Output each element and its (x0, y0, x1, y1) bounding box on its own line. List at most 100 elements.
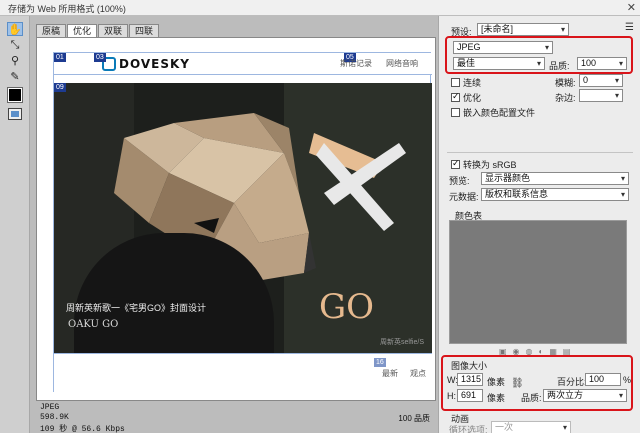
nav-item: 网络音响 (386, 59, 418, 68)
resample-label: 品质: (521, 393, 542, 403)
logo-text: DOVESKY (119, 57, 190, 71)
status-file-size: 598.9K (40, 413, 69, 422)
site-logo: DOVESKY (102, 56, 190, 72)
width-input[interactable]: 1315 (457, 373, 483, 386)
checkbox-box (451, 91, 460, 102)
close-icon[interactable]: ✕ (627, 1, 636, 14)
footer-item: 观点 (410, 369, 426, 378)
hero-watermark: OAKU GO (68, 319, 119, 330)
chevron-down-icon: ▾ (562, 423, 567, 432)
metadata-value: 版权和联系信息 (485, 189, 549, 199)
tab-2-up[interactable]: 双联 (98, 24, 129, 37)
slice-visibility-toggle-icon[interactable] (8, 108, 22, 120)
nav-item: 斯诺记录 (340, 59, 372, 68)
status-download-time[interactable]: 109 秒 @ 56.6 Kbps (40, 423, 125, 433)
optimized-label: 优化 (463, 93, 482, 103)
slice-select-tool-icon[interactable]: ⤡ (7, 38, 23, 52)
settings-panel: 预设: [未命名] ▾ ☰ JPEG ▾ 最佳 ▾ 品质: 100 ▾ 连续 模… (438, 16, 640, 433)
convert-srgb-label: 转换为 sRGB (463, 160, 517, 170)
quality-input[interactable]: 100 ▾ (577, 57, 627, 70)
preview-tabs: 原稿 优化 双联 四联 (36, 24, 160, 37)
percent-value: 100 (589, 374, 605, 384)
loop-label: 循环选项: (449, 425, 488, 433)
checkbox-box (451, 108, 460, 117)
window-title: 存储为 Web 所用格式 (100%) (8, 4, 126, 14)
svg-text:GO: GO (319, 287, 374, 327)
quality-label: 品质: (549, 61, 570, 71)
quality-value: 100 (581, 58, 597, 68)
height-label: H: (447, 391, 456, 401)
format-value: JPEG (457, 42, 481, 52)
height-unit: 像素 (487, 393, 506, 403)
chevron-down-icon: ▾ (620, 190, 625, 199)
status-quality: 100 品质 (398, 414, 430, 423)
blur-input[interactable]: 0 ▾ (579, 74, 623, 87)
optimized-checkbox[interactable]: 优化 (451, 91, 481, 104)
chevron-down-icon: ▾ (560, 25, 565, 34)
checkbox-box (451, 158, 460, 169)
quality-level-value: 最佳 (457, 58, 476, 68)
image-canvas[interactable]: 01 DOVESKY 03 05 斯诺记录 网络音响 09 GO 周新英新歌一《… (36, 37, 436, 401)
blur-value: 0 (583, 75, 589, 85)
site-nav: 斯诺记录 网络音响 (326, 58, 418, 69)
eyedropper-color-swatch[interactable] (7, 87, 23, 103)
format-select[interactable]: JPEG ▾ (453, 41, 553, 54)
loop-value: 一次 (495, 422, 514, 432)
status-format: JPEG (40, 403, 60, 412)
chevron-down-icon: ▾ (614, 76, 619, 85)
height-value: 691 (461, 390, 477, 400)
chevron-down-icon: ▾ (620, 174, 625, 183)
slice-tag[interactable]: 03 (94, 53, 106, 62)
percent-unit: % (623, 375, 632, 385)
embed-profile-checkbox[interactable]: 嵌入颜色配置文件 (451, 106, 535, 119)
progressive-checkbox[interactable]: 连续 (451, 76, 481, 89)
convert-srgb-checkbox[interactable]: 转换为 sRGB (451, 158, 517, 171)
preview-value: 显示器颜色 (485, 173, 531, 183)
tool-bar: ✋ ⤡ ⚲ ✎ (0, 16, 30, 433)
image-size-label: 图像大小 (451, 361, 488, 371)
preset-value: [未命名] (481, 24, 514, 34)
slice-tag[interactable]: 16 (374, 358, 386, 367)
eyedropper-tool-icon[interactable]: ✎ (7, 70, 23, 84)
site-footer: 16 最新 观点 (54, 353, 432, 393)
metadata-label: 元数据: (449, 192, 479, 202)
settings-menu-icon[interactable]: ☰ (625, 22, 634, 33)
quality-level-select[interactable]: 最佳 ▾ (453, 57, 545, 70)
tab-original[interactable]: 原稿 (36, 24, 67, 37)
resample-value: 两次立方 (547, 390, 584, 400)
width-value: 1315 (461, 374, 482, 384)
color-table[interactable] (449, 220, 627, 344)
slice-tag[interactable]: 09 (54, 83, 66, 92)
hero-image: GO 周新英新歌一《宅男GO》封面设计 OAKU GO 周新英selfie/S (54, 83, 432, 353)
zoom-tool-icon[interactable]: ⚲ (7, 54, 23, 68)
chevron-down-icon: ▾ (618, 391, 623, 400)
constrain-proportions-link-icon[interactable]: ⛓ (511, 378, 524, 389)
height-input[interactable]: 691 (457, 389, 483, 402)
divider (447, 152, 633, 153)
matte-select[interactable]: ▾ (579, 89, 623, 102)
tab-optimized[interactable]: 优化 (67, 24, 98, 37)
percent-input[interactable]: 100 (585, 373, 621, 386)
percent-label: 百分比: (557, 377, 587, 387)
resample-select[interactable]: 两次立方 ▾ (543, 389, 627, 402)
checkbox-box (451, 78, 460, 87)
site-header: 01 DOVESKY 03 05 斯诺记录 网络音响 (54, 53, 432, 75)
tab-4-up[interactable]: 四联 (129, 24, 160, 37)
preview-select[interactable]: 显示器颜色 ▾ (481, 172, 629, 185)
preview-image: 01 DOVESKY 03 05 斯诺记录 网络音响 09 GO 周新英新歌一《… (53, 52, 432, 393)
footer-nav: 最新 观点 (370, 368, 426, 379)
chevron-down-icon: ▾ (536, 59, 541, 68)
preset-select[interactable]: [未命名] ▾ (477, 23, 569, 36)
preview-label: 预览: (449, 176, 470, 186)
hero-credit: 周新英selfie/S (380, 339, 424, 346)
progressive-label: 连续 (463, 78, 482, 88)
metadata-select[interactable]: 版权和联系信息 ▾ (481, 188, 629, 201)
matte-label: 杂边: (555, 93, 576, 103)
title-bar: 存储为 Web 所用格式 (100%) ✕ (0, 0, 640, 16)
hand-tool-icon[interactable]: ✋ (7, 22, 23, 36)
loop-select[interactable]: 一次 ▾ (491, 421, 571, 433)
width-unit: 像素 (487, 377, 506, 387)
preview-status: JPEG 598.9K 109 秒 @ 56.6 Kbps 100 品质 (36, 403, 436, 433)
chevron-down-icon: ▾ (544, 43, 549, 52)
slice-tag[interactable]: 01 (54, 53, 66, 62)
